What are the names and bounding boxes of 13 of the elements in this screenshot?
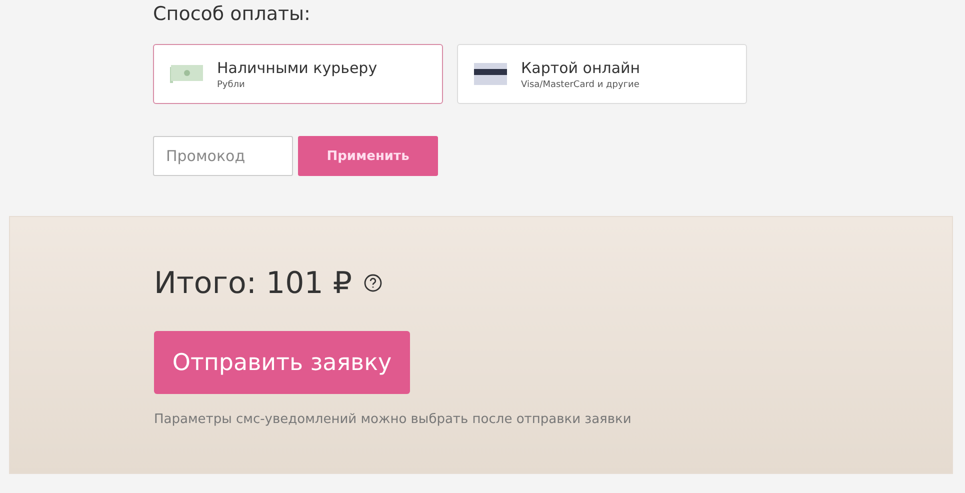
option-sublabel: Visa/MasterCard и другие — [521, 80, 640, 90]
sms-note: Параметры смс-уведомлений можно выбрать после отправки заявки — [154, 412, 632, 427]
option-sublabel: Рубли — [217, 80, 246, 90]
total-amount: Итого: 101 ₽ — [154, 266, 352, 300]
option-label: Картой онлайн — [521, 58, 640, 76]
section-title: Способ оплаты: — [153, 2, 312, 27]
payment-option[interactable]: Наличными курьеру Рубли — [153, 44, 443, 104]
promo-code-field[interactable]: Промокод — [153, 136, 293, 176]
help-icon[interactable] — [364, 274, 382, 292]
payment-option[interactable]: Картой онлайн Visa/MasterCard и другие — [457, 44, 747, 104]
banknote-icon — [170, 65, 203, 83]
card-icon — [474, 63, 507, 85]
option-label: Наличными курьеру — [217, 58, 378, 76]
